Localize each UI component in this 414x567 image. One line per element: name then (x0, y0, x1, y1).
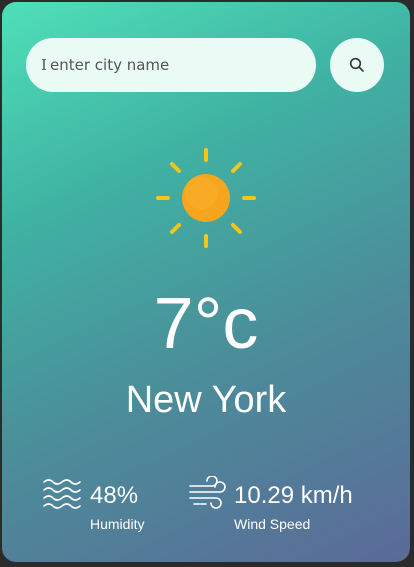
text-cursor-icon: I (41, 56, 47, 74)
weather-card: I 7°c New York (2, 2, 410, 562)
humidity-label: Humidity (90, 516, 145, 532)
search-icon (349, 57, 364, 72)
city-name: New York (125, 379, 287, 421)
search-button[interactable] (330, 38, 384, 92)
temperature: 7°c (153, 284, 259, 364)
search-bar: I (26, 38, 386, 94)
wind-speed-label: Wind Speed (234, 516, 311, 532)
sun-icon (156, 148, 256, 248)
humidity-stat: 48% Humidity (42, 474, 182, 534)
wind-speed-value: 10.29 km/h (234, 482, 353, 509)
city-search-input[interactable] (26, 38, 316, 92)
humidity-value: 48% (90, 482, 139, 509)
humidity-waves-icon (43, 479, 81, 509)
wind-stat: 10.29 km/h Wind Speed (188, 474, 388, 534)
wind-icon (189, 476, 226, 509)
